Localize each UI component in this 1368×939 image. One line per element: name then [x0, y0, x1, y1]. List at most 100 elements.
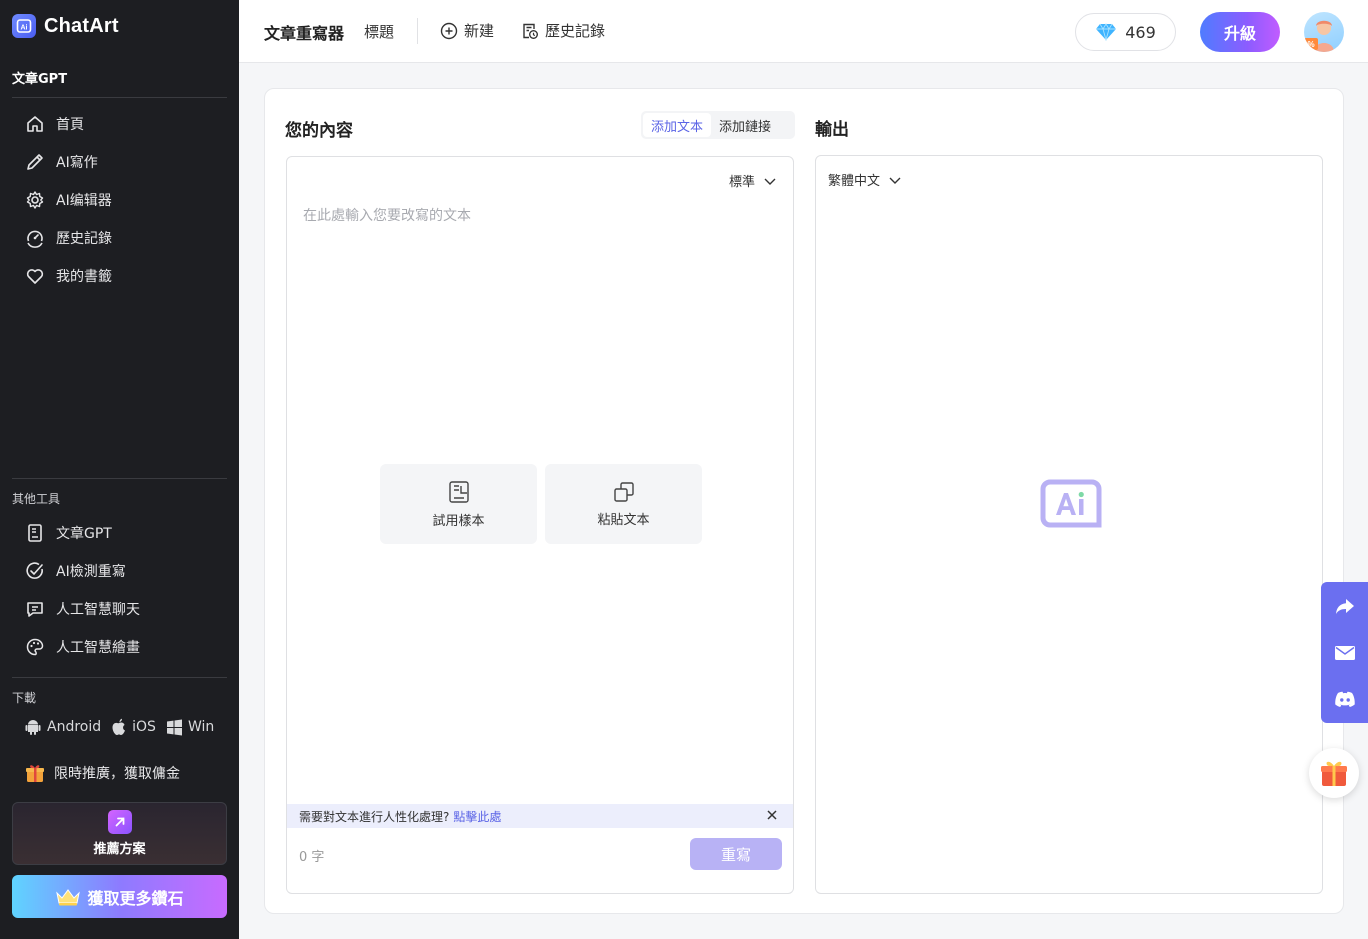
sidebar-item-label: 我的書籤: [56, 269, 112, 285]
notice-link[interactable]: 點擊此處: [453, 808, 501, 825]
palette-icon: [26, 638, 44, 656]
paste-text-label: 粘貼文本: [597, 512, 650, 528]
windows-icon: [166, 719, 182, 735]
chevron-down-icon: [889, 177, 901, 184]
sidebar-tool-label: 文章GPT: [56, 526, 112, 542]
section-title-tools: 其他工具: [12, 492, 61, 506]
section-title-download: 下載: [12, 691, 37, 705]
notice-text: 需要對文本進行人性化處理?: [299, 809, 450, 824]
new-button[interactable]: 新建: [440, 20, 494, 41]
close-icon[interactable]: [765, 808, 779, 822]
recommend-plan-button[interactable]: 推薦方案: [12, 802, 227, 865]
divider: [12, 478, 227, 479]
output-section-title: 輸出: [815, 120, 849, 140]
diamond-balance[interactable]: 469: [1075, 13, 1176, 51]
paste-icon: [613, 481, 634, 502]
crown-icon: [56, 888, 81, 905]
gift-icon: [26, 765, 44, 782]
sample-doc-icon: [448, 480, 469, 503]
sidebar: Ai ChatArt 文章GPT 首頁 AI寫作 AI编辑器 歷史記錄 我的書籤…: [0, 0, 239, 939]
sidebar-item-label: 首頁: [56, 117, 84, 133]
home-icon: [27, 116, 43, 132]
download-ios[interactable]: iOS: [111, 718, 156, 736]
sidebar-item-ai-writing[interactable]: AI寫作: [24, 148, 98, 176]
chevron-down-icon: [764, 178, 776, 185]
floating-toolbar: [1321, 582, 1368, 723]
divider: [417, 18, 418, 44]
input-section-title: 您的內容: [285, 121, 353, 141]
sidebar-tool-ai-detect[interactable]: AI檢測重寫: [24, 557, 126, 585]
upgrade-button[interactable]: 升級: [1200, 12, 1280, 52]
sidebar-item-label: AI寫作: [56, 155, 98, 171]
gift-button[interactable]: [1309, 748, 1359, 798]
try-sample-label: 試用樣本: [432, 513, 485, 529]
sidebar-tool-article-gpt[interactable]: 文章GPT: [24, 519, 112, 547]
chatart-logo-icon: Ai: [12, 14, 36, 38]
word-count: 0 字: [299, 850, 325, 865]
avatar[interactable]: %: [1304, 12, 1344, 52]
language-select[interactable]: 繁體中文: [828, 170, 902, 189]
history-doc-icon: [523, 23, 538, 39]
page-title: 文章重寫器: [264, 24, 345, 43]
sidebar-item-ai-editor[interactable]: AI编辑器: [24, 186, 112, 214]
download-android[interactable]: Android: [24, 718, 101, 736]
download-links: Android iOS Win: [24, 718, 218, 736]
arrow-up-right-icon: [107, 810, 132, 834]
tab-add-link[interactable]: 添加鏈接: [711, 113, 779, 137]
heart-icon: [26, 269, 44, 284]
promo-label: 限時推廣，獲取傭金: [54, 766, 180, 782]
sidebar-tool-ai-painting[interactable]: 人工智慧繪畫: [24, 633, 140, 661]
try-sample-button[interactable]: 試用樣本: [380, 464, 537, 544]
apple-icon: [112, 718, 126, 735]
document-icon: [28, 524, 42, 542]
diamond-icon: [1096, 23, 1117, 41]
sidebar-tool-label: AI檢測重寫: [56, 564, 126, 580]
sidebar-item-label: AI编辑器: [56, 193, 112, 209]
top-bar: 文章重寫器 標題 新建 歷史記錄 469 升級 %: [239, 0, 1368, 63]
text-input[interactable]: 在此處輸入您要改寫的文本: [303, 205, 471, 225]
check-circle-icon: [26, 562, 43, 579]
rewrite-button[interactable]: 重寫: [690, 838, 782, 870]
get-more-diamonds-label: 獲取更多鑽石: [87, 888, 184, 908]
svg-text:%: %: [1307, 40, 1314, 49]
plus-circle-icon: [440, 22, 458, 39]
sidebar-item-bookmarks[interactable]: 我的書籤: [24, 262, 112, 290]
sidebar-item-history[interactable]: 歷史記錄: [24, 224, 112, 252]
mode-select[interactable]: 標準: [729, 171, 777, 190]
sidebar-tool-label: 人工智慧聊天: [56, 602, 140, 618]
paste-text-button[interactable]: 粘貼文本: [545, 464, 702, 544]
recommend-plan-label: 推薦方案: [93, 842, 146, 857]
diamond-count: 469: [1125, 22, 1156, 42]
pen-icon: [27, 154, 43, 170]
section-title-main: 文章GPT: [12, 72, 68, 87]
affiliate-promo[interactable]: 限時推廣，獲取傭金: [24, 762, 180, 784]
chat-icon: [27, 602, 43, 617]
output-box: 繁體中文: [815, 155, 1323, 894]
humanize-notice: 需要對文本進行人性化處理? 點擊此處: [287, 804, 793, 828]
sidebar-item-home[interactable]: 首頁: [24, 110, 84, 138]
get-more-diamonds-button[interactable]: 獲取更多鑽石: [12, 875, 227, 918]
input-source-toggle: 添加文本 添加鏈接: [641, 111, 795, 139]
sidebar-tool-label: 人工智慧繪畫: [56, 640, 140, 656]
share-icon[interactable]: [1335, 597, 1355, 615]
app-logo[interactable]: Ai ChatArt: [12, 14, 119, 38]
document-title[interactable]: 標題: [364, 21, 394, 42]
history-button[interactable]: 歷史記錄: [521, 20, 605, 41]
app-name: ChatArt: [44, 14, 119, 37]
android-icon: [25, 720, 41, 735]
divider: [12, 677, 227, 678]
rewriter-panel: 您的內容 添加文本 添加鏈接 輸出 標準 在此處輸入您要改寫的文本 試用樣本 粘…: [264, 88, 1344, 914]
divider: [12, 97, 227, 98]
history-icon: [27, 230, 43, 248]
discord-icon[interactable]: [1334, 691, 1356, 708]
input-box: 標準 在此處輸入您要改寫的文本 試用樣本 粘貼文本 需要對文本進行人性化處理? …: [286, 156, 794, 894]
ai-placeholder-logo-icon: [1040, 479, 1102, 528]
sidebar-tool-ai-chat[interactable]: 人工智慧聊天: [24, 595, 140, 623]
svg-text:Ai: Ai: [21, 25, 28, 32]
gift-icon: [1321, 761, 1347, 786]
tab-add-text[interactable]: 添加文本: [643, 113, 712, 137]
mail-icon[interactable]: [1334, 645, 1356, 661]
sidebar-item-label: 歷史記錄: [56, 231, 112, 247]
gear-icon: [26, 191, 44, 209]
download-windows[interactable]: Win: [166, 719, 214, 736]
